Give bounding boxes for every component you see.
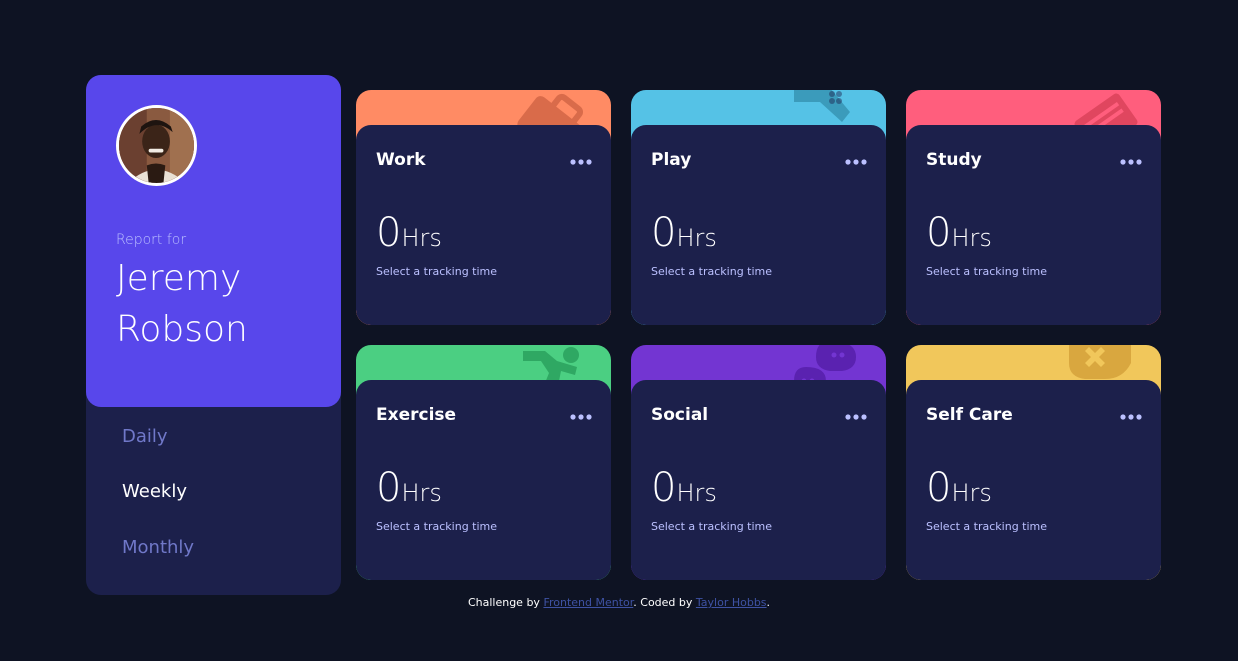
hours-unit: Hrs xyxy=(401,479,442,507)
tracking-hint: Select a tracking time xyxy=(926,520,1048,533)
more-options-icon[interactable] xyxy=(570,414,592,420)
activity-card-exercise[interactable]: Exercise 0Hrs Select a tracking time xyxy=(356,345,611,580)
card-body: Social 0Hrs Select a tracking time xyxy=(631,380,886,580)
activity-card-social[interactable]: Social 0Hrs Select a tracking time xyxy=(631,345,886,580)
activity-card-self-care[interactable]: Self Care 0Hrs Select a tracking time xyxy=(906,345,1161,580)
hours-number: 0 xyxy=(926,465,952,511)
frontend-mentor-link[interactable]: Frontend Mentor xyxy=(543,596,633,609)
more-options-icon[interactable] xyxy=(1120,414,1142,420)
more-options-icon[interactable] xyxy=(845,159,867,165)
hours-number: 0 xyxy=(926,210,952,256)
tracking-hint: Select a tracking time xyxy=(651,265,773,278)
hours-value: 0Hrs xyxy=(926,465,992,511)
footer-prefix: Challenge by xyxy=(467,596,544,609)
period-daily-button[interactable]: Daily xyxy=(122,426,168,447)
user-first-name: Jeremy xyxy=(116,258,242,299)
profile-header: Report for Jeremy Robson xyxy=(86,75,341,407)
card-title: Social xyxy=(651,405,709,425)
card-body: Work 0Hrs Select a tracking time xyxy=(356,125,611,325)
activity-card-play[interactable]: Play 0Hrs Select a tracking time xyxy=(631,90,886,325)
tracking-hint: Select a tracking time xyxy=(376,520,498,533)
more-options-icon[interactable] xyxy=(570,159,592,165)
card-body: Self Care 0Hrs Select a tracking time xyxy=(906,380,1161,580)
hours-number: 0 xyxy=(651,210,677,256)
user-name: Jeremy Robson xyxy=(116,253,326,355)
card-title: Self Care xyxy=(926,405,1013,425)
more-options-icon[interactable] xyxy=(845,414,867,420)
more-options-icon[interactable] xyxy=(1120,159,1142,165)
avatar xyxy=(116,105,197,186)
card-title: Play xyxy=(651,150,692,170)
tracking-hint: Select a tracking time xyxy=(926,265,1048,278)
hours-value: 0Hrs xyxy=(376,465,442,511)
hours-unit: Hrs xyxy=(676,224,717,252)
card-body: Study 0Hrs Select a tracking time xyxy=(906,125,1161,325)
card-body: Exercise 0Hrs Select a tracking time xyxy=(356,380,611,580)
attribution-footer: Challenge by Frontend Mentor. Coded by T… xyxy=(0,596,1238,609)
user-last-name: Robson xyxy=(116,309,248,350)
card-body: Play 0Hrs Select a tracking time xyxy=(631,125,886,325)
card-title: Exercise xyxy=(376,405,457,425)
hours-value: 0Hrs xyxy=(651,465,717,511)
footer-middle: . Coded by xyxy=(633,596,696,609)
footer-suffix: . xyxy=(766,596,771,609)
tracking-hint: Select a tracking time xyxy=(376,265,498,278)
hours-unit: Hrs xyxy=(401,224,442,252)
author-link[interactable]: Taylor Hobbs xyxy=(696,596,767,609)
hours-number: 0 xyxy=(376,465,402,511)
card-title: Work xyxy=(376,150,426,170)
hours-number: 0 xyxy=(651,465,677,511)
hours-number: 0 xyxy=(376,210,402,256)
profile-panel: Report for Jeremy Robson Daily Weekly Mo… xyxy=(86,75,341,595)
tracking-hint: Select a tracking time xyxy=(651,520,773,533)
report-for-label: Report for xyxy=(116,232,187,248)
card-title: Study xyxy=(926,150,982,170)
hours-unit: Hrs xyxy=(676,479,717,507)
hours-value: 0Hrs xyxy=(376,210,442,256)
hours-unit: Hrs xyxy=(951,479,992,507)
period-monthly-button[interactable]: Monthly xyxy=(122,537,194,558)
activity-card-work[interactable]: Work 0Hrs Select a tracking time xyxy=(356,90,611,325)
avatar-image xyxy=(119,108,194,183)
hours-value: 0Hrs xyxy=(651,210,717,256)
hours-value: 0Hrs xyxy=(926,210,992,256)
hours-unit: Hrs xyxy=(951,224,992,252)
activity-card-study[interactable]: Study 0Hrs Select a tracking time xyxy=(906,90,1161,325)
period-weekly-button[interactable]: Weekly xyxy=(122,481,187,502)
